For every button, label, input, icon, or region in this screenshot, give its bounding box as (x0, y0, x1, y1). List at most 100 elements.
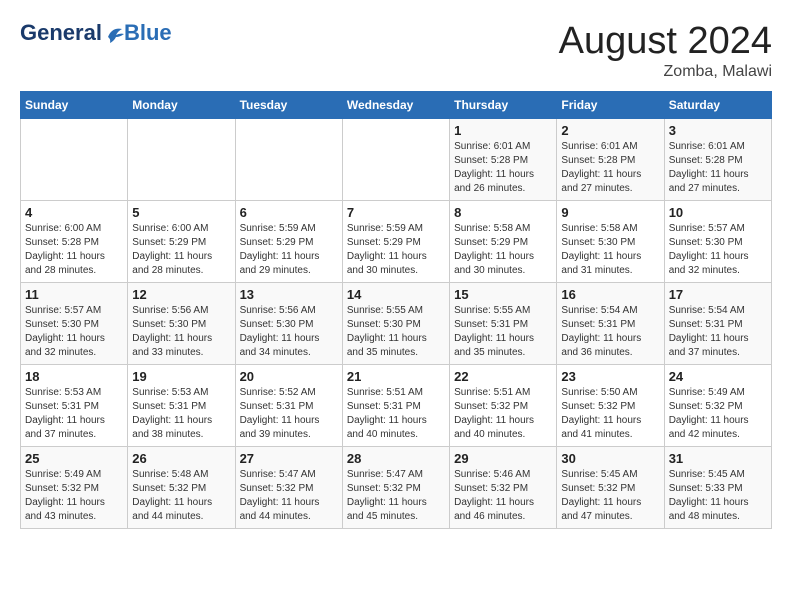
day-number: 29 (454, 451, 552, 466)
logo-bird-icon (104, 23, 126, 45)
day-number: 12 (132, 287, 230, 302)
day-info: Sunrise: 6:00 AMSunset: 5:28 PMDaylight:… (25, 222, 123, 278)
calendar-cell: 2Sunrise: 6:01 AMSunset: 5:28 PMDaylight… (557, 119, 664, 201)
calendar-cell: 29Sunrise: 5:46 AMSunset: 5:32 PMDayligh… (450, 447, 557, 529)
day-number: 20 (240, 369, 338, 384)
calendar-cell: 22 Sunrise: 5:51 AMSunset: 5:32 PMDayligh… (450, 365, 557, 447)
day-info: Sunrise: 5:51 AMSunset: 5:32 PMDaylight:… (454, 386, 552, 442)
day-info: Sunrise: 6:00 AMSunset: 5:29 PMDaylight:… (132, 222, 230, 278)
calendar-week-row: 4Sunrise: 6:00 AMSunset: 5:28 PMDaylight… (21, 201, 772, 283)
day-number: 27 (240, 451, 338, 466)
calendar-cell: 8 Sunrise: 5:58 AMSunset: 5:29 PMDaylight… (450, 201, 557, 283)
day-number: 18 (25, 369, 123, 384)
page-header: General Blue August 2024 Zomba, Malawi (20, 20, 772, 81)
calendar-cell: 19 Sunrise: 5:53 AMSunset: 5:31 PMDayligh… (128, 365, 235, 447)
day-number: 7 (347, 205, 445, 220)
day-info: Sunrise: 5:59 AMSunset: 5:29 PMDaylight:… (240, 222, 338, 278)
calendar-week-row: 1 Sunrise: 6:01 AMSunset: 5:28 PMDaylight… (21, 119, 772, 201)
calendar-cell (21, 119, 128, 201)
calendar-cell: 26 Sunrise: 5:48 AMSunset: 5:32 PMDayligh… (128, 447, 235, 529)
col-friday: Friday (557, 92, 664, 119)
day-number: 5 (132, 205, 230, 220)
day-info: Sunrise: 5:51 AMSunset: 5:31 PMDaylight:… (347, 386, 445, 442)
calendar-week-row: 25Sunrise: 5:49 AMSunset: 5:32 PMDayligh… (21, 447, 772, 529)
calendar-cell: 15Sunrise: 5:55 AMSunset: 5:31 PMDayligh… (450, 283, 557, 365)
col-thursday: Thursday (450, 92, 557, 119)
day-number: 31 (669, 451, 767, 466)
calendar-cell: 17 Sunrise: 5:54 AMSunset: 5:31 PMDayligh… (664, 283, 771, 365)
calendar-cell: 4Sunrise: 6:00 AMSunset: 5:28 PMDaylight… (21, 201, 128, 283)
day-info: Sunrise: 6:01 AMSunset: 5:28 PMDaylight:… (669, 140, 767, 196)
calendar-table: Sunday Monday Tuesday Wednesday Thursday… (20, 91, 772, 529)
calendar-cell: 25Sunrise: 5:49 AMSunset: 5:32 PMDayligh… (21, 447, 128, 529)
day-info: Sunrise: 5:50 AMSunset: 5:32 PMDaylight:… (561, 386, 659, 442)
day-number: 24 (669, 369, 767, 384)
day-info: Sunrise: 5:59 AMSunset: 5:29 PMDaylight:… (347, 222, 445, 278)
day-number: 21 (347, 369, 445, 384)
logo-text: General (20, 20, 126, 45)
calendar-cell: 11 Sunrise: 5:57 AMSunset: 5:30 PMDayligh… (21, 283, 128, 365)
col-saturday: Saturday (664, 92, 771, 119)
calendar-cell: 30Sunrise: 5:45 AMSunset: 5:32 PMDayligh… (557, 447, 664, 529)
calendar-week-row: 11 Sunrise: 5:57 AMSunset: 5:30 PMDayligh… (21, 283, 772, 365)
calendar-cell: 6Sunrise: 5:59 AMSunset: 5:29 PMDaylight… (235, 201, 342, 283)
day-info: Sunrise: 5:48 AMSunset: 5:32 PMDaylight:… (132, 468, 230, 524)
calendar-cell: 5 Sunrise: 6:00 AMSunset: 5:29 PMDaylight… (128, 201, 235, 283)
day-number: 9 (561, 205, 659, 220)
calendar-header-row: Sunday Monday Tuesday Wednesday Thursday… (21, 92, 772, 119)
day-number: 19 (132, 369, 230, 384)
day-info: Sunrise: 5:47 AMSunset: 5:32 PMDaylight:… (347, 468, 445, 524)
day-info: Sunrise: 5:57 AMSunset: 5:30 PMDaylight:… (25, 304, 123, 360)
main-title: August 2024 (559, 20, 772, 63)
day-number: 2 (561, 123, 659, 138)
day-number: 28 (347, 451, 445, 466)
day-number: 13 (240, 287, 338, 302)
calendar-cell (128, 119, 235, 201)
calendar-cell: 3Sunrise: 6:01 AMSunset: 5:28 PMDaylight… (664, 119, 771, 201)
day-number: 16 (561, 287, 659, 302)
calendar-cell: 9 Sunrise: 5:58 AMSunset: 5:30 PMDaylight… (557, 201, 664, 283)
title-block: August 2024 Zomba, Malawi (559, 20, 772, 81)
calendar-cell: 12Sunrise: 5:56 AMSunset: 5:30 PMDayligh… (128, 283, 235, 365)
calendar-cell: 14Sunrise: 5:55 AMSunset: 5:30 PMDayligh… (342, 283, 449, 365)
day-number: 10 (669, 205, 767, 220)
col-tuesday: Tuesday (235, 92, 342, 119)
calendar-cell: 7 Sunrise: 5:59 AMSunset: 5:29 PMDaylight… (342, 201, 449, 283)
day-info: Sunrise: 5:57 AMSunset: 5:30 PMDaylight:… (669, 222, 767, 278)
day-number: 14 (347, 287, 445, 302)
col-sunday: Sunday (21, 92, 128, 119)
day-info: Sunrise: 5:53 AMSunset: 5:31 PMDaylight:… (132, 386, 230, 442)
day-info: Sunrise: 5:58 AMSunset: 5:30 PMDaylight:… (561, 222, 659, 278)
day-info: Sunrise: 5:53 AMSunset: 5:31 PMDaylight:… (25, 386, 123, 442)
calendar-cell: 21 Sunrise: 5:51 AMSunset: 5:31 PMDayligh… (342, 365, 449, 447)
day-number: 22 (454, 369, 552, 384)
col-monday: Monday (128, 92, 235, 119)
calendar-week-row: 18 Sunrise: 5:53 AMSunset: 5:31 PMDayligh… (21, 365, 772, 447)
day-number: 17 (669, 287, 767, 302)
day-info: Sunrise: 5:45 AMSunset: 5:33 PMDaylight:… (669, 468, 767, 524)
day-info: Sunrise: 5:45 AMSunset: 5:32 PMDaylight:… (561, 468, 659, 524)
calendar-cell (342, 119, 449, 201)
day-number: 11 (25, 287, 123, 302)
day-number: 8 (454, 205, 552, 220)
day-info: Sunrise: 5:49 AMSunset: 5:32 PMDaylight:… (669, 386, 767, 442)
subtitle: Zomba, Malawi (559, 63, 772, 81)
day-number: 26 (132, 451, 230, 466)
day-info: Sunrise: 5:54 AMSunset: 5:31 PMDaylight:… (561, 304, 659, 360)
logo-blue-text: Blue (124, 20, 172, 45)
day-info: Sunrise: 5:58 AMSunset: 5:29 PMDaylight:… (454, 222, 552, 278)
day-info: Sunrise: 5:55 AMSunset: 5:31 PMDaylight:… (454, 304, 552, 360)
day-info: Sunrise: 5:47 AMSunset: 5:32 PMDaylight:… (240, 468, 338, 524)
col-wednesday: Wednesday (342, 92, 449, 119)
day-info: Sunrise: 5:56 AMSunset: 5:30 PMDaylight:… (240, 304, 338, 360)
day-info: Sunrise: 5:52 AMSunset: 5:31 PMDaylight:… (240, 386, 338, 442)
calendar-cell: 24 Sunrise: 5:49 AMSunset: 5:32 PMDayligh… (664, 365, 771, 447)
day-info: Sunrise: 5:54 AMSunset: 5:31 PMDaylight:… (669, 304, 767, 360)
calendar-cell: 31 Sunrise: 5:45 AMSunset: 5:33 PMDayligh… (664, 447, 771, 529)
calendar-cell: 16 Sunrise: 5:54 AMSunset: 5:31 PMDayligh… (557, 283, 664, 365)
calendar-cell: 1 Sunrise: 6:01 AMSunset: 5:28 PMDaylight… (450, 119, 557, 201)
calendar-cell: 23Sunrise: 5:50 AMSunset: 5:32 PMDayligh… (557, 365, 664, 447)
calendar-cell (235, 119, 342, 201)
day-number: 1 (454, 123, 552, 138)
day-info: Sunrise: 6:01 AMSunset: 5:28 PMDaylight:… (454, 140, 552, 196)
